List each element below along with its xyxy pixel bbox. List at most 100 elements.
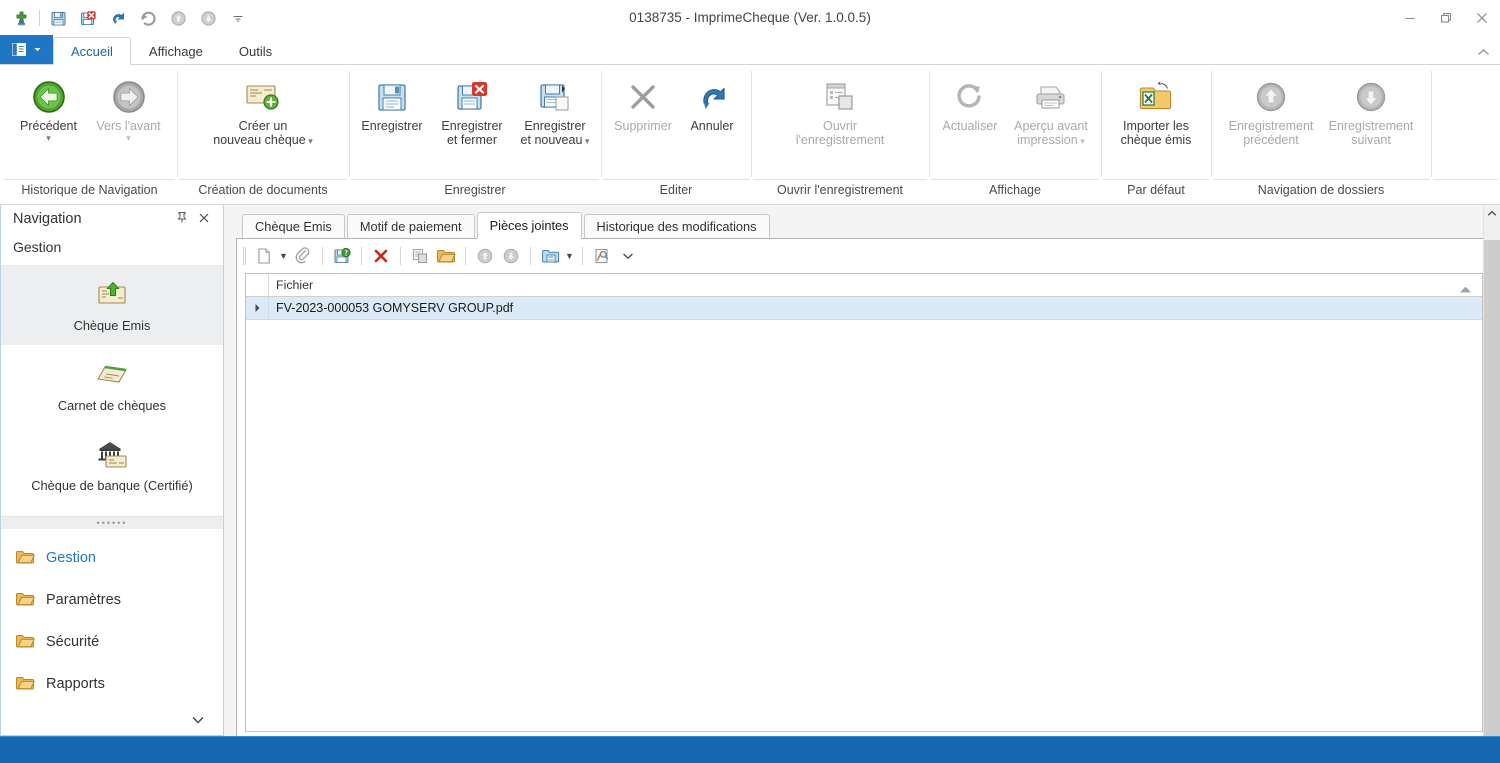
chevron-down-icon[interactable]: ▾ xyxy=(1078,136,1085,146)
ribbon-group-label: Création de documents xyxy=(179,179,347,203)
nav-item-cheque-de-banque-certifie[interactable]: Chèque de banque (Certifié) xyxy=(1,425,223,505)
doc-tab-motif-de-paiement[interactable]: Motif de paiement xyxy=(346,214,475,239)
nav-item-label: Carnet de chèques xyxy=(57,397,167,413)
ribbon-button-enregistrer[interactable]: Enregistrer xyxy=(352,72,432,133)
chevron-down-icon[interactable]: ▾ xyxy=(126,134,131,143)
grid-cell-fichier: FV-2023-000053 GOMYSERV GROUP.pdf xyxy=(276,301,514,315)
undo-icon[interactable] xyxy=(103,4,133,32)
qat-separator xyxy=(39,10,40,26)
ribbon-group-label: Enregistrer xyxy=(351,179,599,203)
save-close-icon[interactable] xyxy=(73,4,103,32)
ribbon-tab-accueil[interactable]: Accueil xyxy=(53,37,131,65)
ribbon-button-importer-les-cheque-emis[interactable]: Importer les chèque émis xyxy=(1106,72,1206,147)
ribbon-button-enregistrement-suivant[interactable]: Enregistrement suivant xyxy=(1321,72,1421,147)
new-document-icon[interactable] xyxy=(251,243,277,269)
ribbon-button-apercu-avant-impression[interactable]: Aperçu avant impression ▾ xyxy=(1006,72,1096,148)
delete-x-icon[interactable] xyxy=(368,243,394,269)
preview-icon[interactable] xyxy=(589,243,615,269)
doc-tab-pieces-jointes[interactable]: Pièces jointes xyxy=(476,212,582,239)
cheque-in-icon xyxy=(94,511,130,516)
vertical-scrollbar[interactable] xyxy=(1483,205,1500,736)
previous-record-icon[interactable] xyxy=(163,4,193,32)
application-menu-button[interactable] xyxy=(0,35,53,64)
close-icon[interactable] xyxy=(193,212,215,227)
restore-icon[interactable] xyxy=(1428,3,1464,33)
nav-folder-securite[interactable]: Sécurité xyxy=(1,621,223,663)
doc-tab-cheque-emis[interactable]: Chèque Emis xyxy=(242,214,345,239)
copy-icon[interactable] xyxy=(407,243,433,269)
forward-arrow-icon xyxy=(109,75,149,119)
ribbon-button-annuler[interactable]: Annuler xyxy=(679,72,745,133)
ribbon-tab-outils[interactable]: Outils xyxy=(221,37,290,65)
print-preview-icon xyxy=(1032,75,1070,119)
scrollbar-track[interactable] xyxy=(1484,222,1500,736)
taskbar xyxy=(0,736,1500,763)
ribbon-button-vers-lavant[interactable]: Vers l'avant ▾ xyxy=(88,72,170,143)
table-row[interactable]: FV-2023-000053 GOMYSERV GROUP.pdf xyxy=(246,297,1482,320)
window-controls xyxy=(1392,0,1500,36)
grid-column-fichier[interactable]: Fichier xyxy=(269,274,1482,296)
nav-item-cheque-emis[interactable]: Chèque Emis xyxy=(1,265,223,346)
chevron-down-icon[interactable]: ▼ xyxy=(563,251,576,261)
nav-folder-parametres[interactable]: Paramètres xyxy=(1,579,223,621)
ribbon-tab-strip: Accueil Affichage Outils xyxy=(0,35,1500,65)
ribbon-group-label: Navigation de dossiers xyxy=(1213,179,1429,203)
ribbon-group-filler-label xyxy=(1433,179,1498,203)
chevron-down-icon[interactable]: ▾ xyxy=(582,136,590,146)
document-area: Chèque Emis Motif de paiement Pièces joi… xyxy=(224,205,1500,736)
ribbon-button-text: Enregistrer et nouveau xyxy=(520,119,586,147)
move-up-icon[interactable] xyxy=(472,243,498,269)
redo-icon[interactable] xyxy=(133,4,163,32)
chevron-down-icon[interactable]: ▾ xyxy=(46,134,51,143)
ribbon-button-label: Enregistrement précédent xyxy=(1228,119,1314,147)
next-record-icon[interactable] xyxy=(193,4,223,32)
grid-indicator-header xyxy=(246,274,269,296)
ribbon-group-ouvrir-lenregistrement: Ouvrir l'enregistrement Ouvrir l'enregis… xyxy=(751,65,929,203)
ribbon-button-label: Actualiser xyxy=(942,119,998,133)
ribbon-group-label: Ouvrir l'enregistrement xyxy=(753,179,927,203)
nav-folder-gestion[interactable]: Gestion xyxy=(1,537,223,579)
ribbon-button-supprimer[interactable]: Supprimer xyxy=(607,72,679,133)
move-down-icon[interactable] xyxy=(498,243,524,269)
sort-ascending-icon[interactable] xyxy=(1459,282,1472,296)
new-record-icon[interactable] xyxy=(6,4,36,32)
ribbon-button-creer-un-nouveau-cheque[interactable]: Créer un nouveau chèque ▾ xyxy=(188,72,338,148)
ribbon-button-enregistrer-et-nouveau[interactable]: Enregistrer et nouveau ▾ xyxy=(512,72,598,148)
chevron-down-icon[interactable]: ▼ xyxy=(277,251,290,261)
toolbar-separator xyxy=(400,247,401,265)
nav-item-carnet-de-cheques[interactable]: Carnet de chèques xyxy=(1,345,223,425)
ribbon-button-precedent[interactable]: Précédent ▾ xyxy=(10,72,88,143)
ribbon-tab-affichage[interactable]: Affichage xyxy=(131,37,221,65)
minimize-icon[interactable] xyxy=(1392,3,1428,33)
application-window: 0138735 - ImprimeCheque (Ver. 1.0.0.5) A… xyxy=(0,0,1500,763)
ribbon-button-enregistrer-et-fermer[interactable]: Enregistrer et fermer xyxy=(432,72,512,147)
ribbon-button-actualiser[interactable]: Actualiser xyxy=(934,72,1006,133)
save-icon[interactable] xyxy=(43,4,73,32)
save-as-icon[interactable] xyxy=(537,243,563,269)
open-folder-icon[interactable] xyxy=(433,243,459,269)
scrollbar-thumb[interactable] xyxy=(1484,240,1500,736)
save-attachment-icon[interactable] xyxy=(329,243,355,269)
toolbar-grip[interactable] xyxy=(243,247,246,265)
pin-icon[interactable] xyxy=(171,211,193,227)
chevron-down-icon[interactable]: ▾ xyxy=(306,136,313,146)
ribbon-group-label: Par défaut xyxy=(1103,179,1209,203)
ribbon-group-filler xyxy=(1431,65,1500,203)
attach-clip-icon[interactable] xyxy=(290,243,316,269)
save-new-icon xyxy=(538,75,572,119)
ribbon: Précédent ▾ Vers l'avant ▾ Historique de… xyxy=(0,65,1500,205)
nav-folder-rapports[interactable]: Rapports xyxy=(1,663,223,705)
attachments-grid: Fichier FV-2023-000053 GOMYSERV GROUP.pd… xyxy=(245,273,1483,732)
ribbon-collapse-icon[interactable] xyxy=(1477,46,1490,60)
navigation-splitter[interactable]: •••••• xyxy=(1,515,223,530)
customize-qat-icon[interactable] xyxy=(223,4,253,32)
ribbon-button-enregistrement-precedent[interactable]: Enregistrement précédent xyxy=(1221,72,1321,147)
bank-cheque-icon xyxy=(93,438,131,472)
overflow-chevron-icon[interactable] xyxy=(615,243,641,269)
doc-tab-historique-des-modifications[interactable]: Historique des modifications xyxy=(583,214,770,239)
cheque-out-icon xyxy=(94,278,130,312)
nav-item-cheque-recu[interactable]: ▼ xyxy=(1,505,223,516)
navigation-expand-button[interactable] xyxy=(1,705,223,735)
ribbon-button-ouvrir-lenregistrement[interactable]: Ouvrir l'enregistrement xyxy=(770,72,910,147)
close-icon[interactable] xyxy=(1464,3,1500,33)
